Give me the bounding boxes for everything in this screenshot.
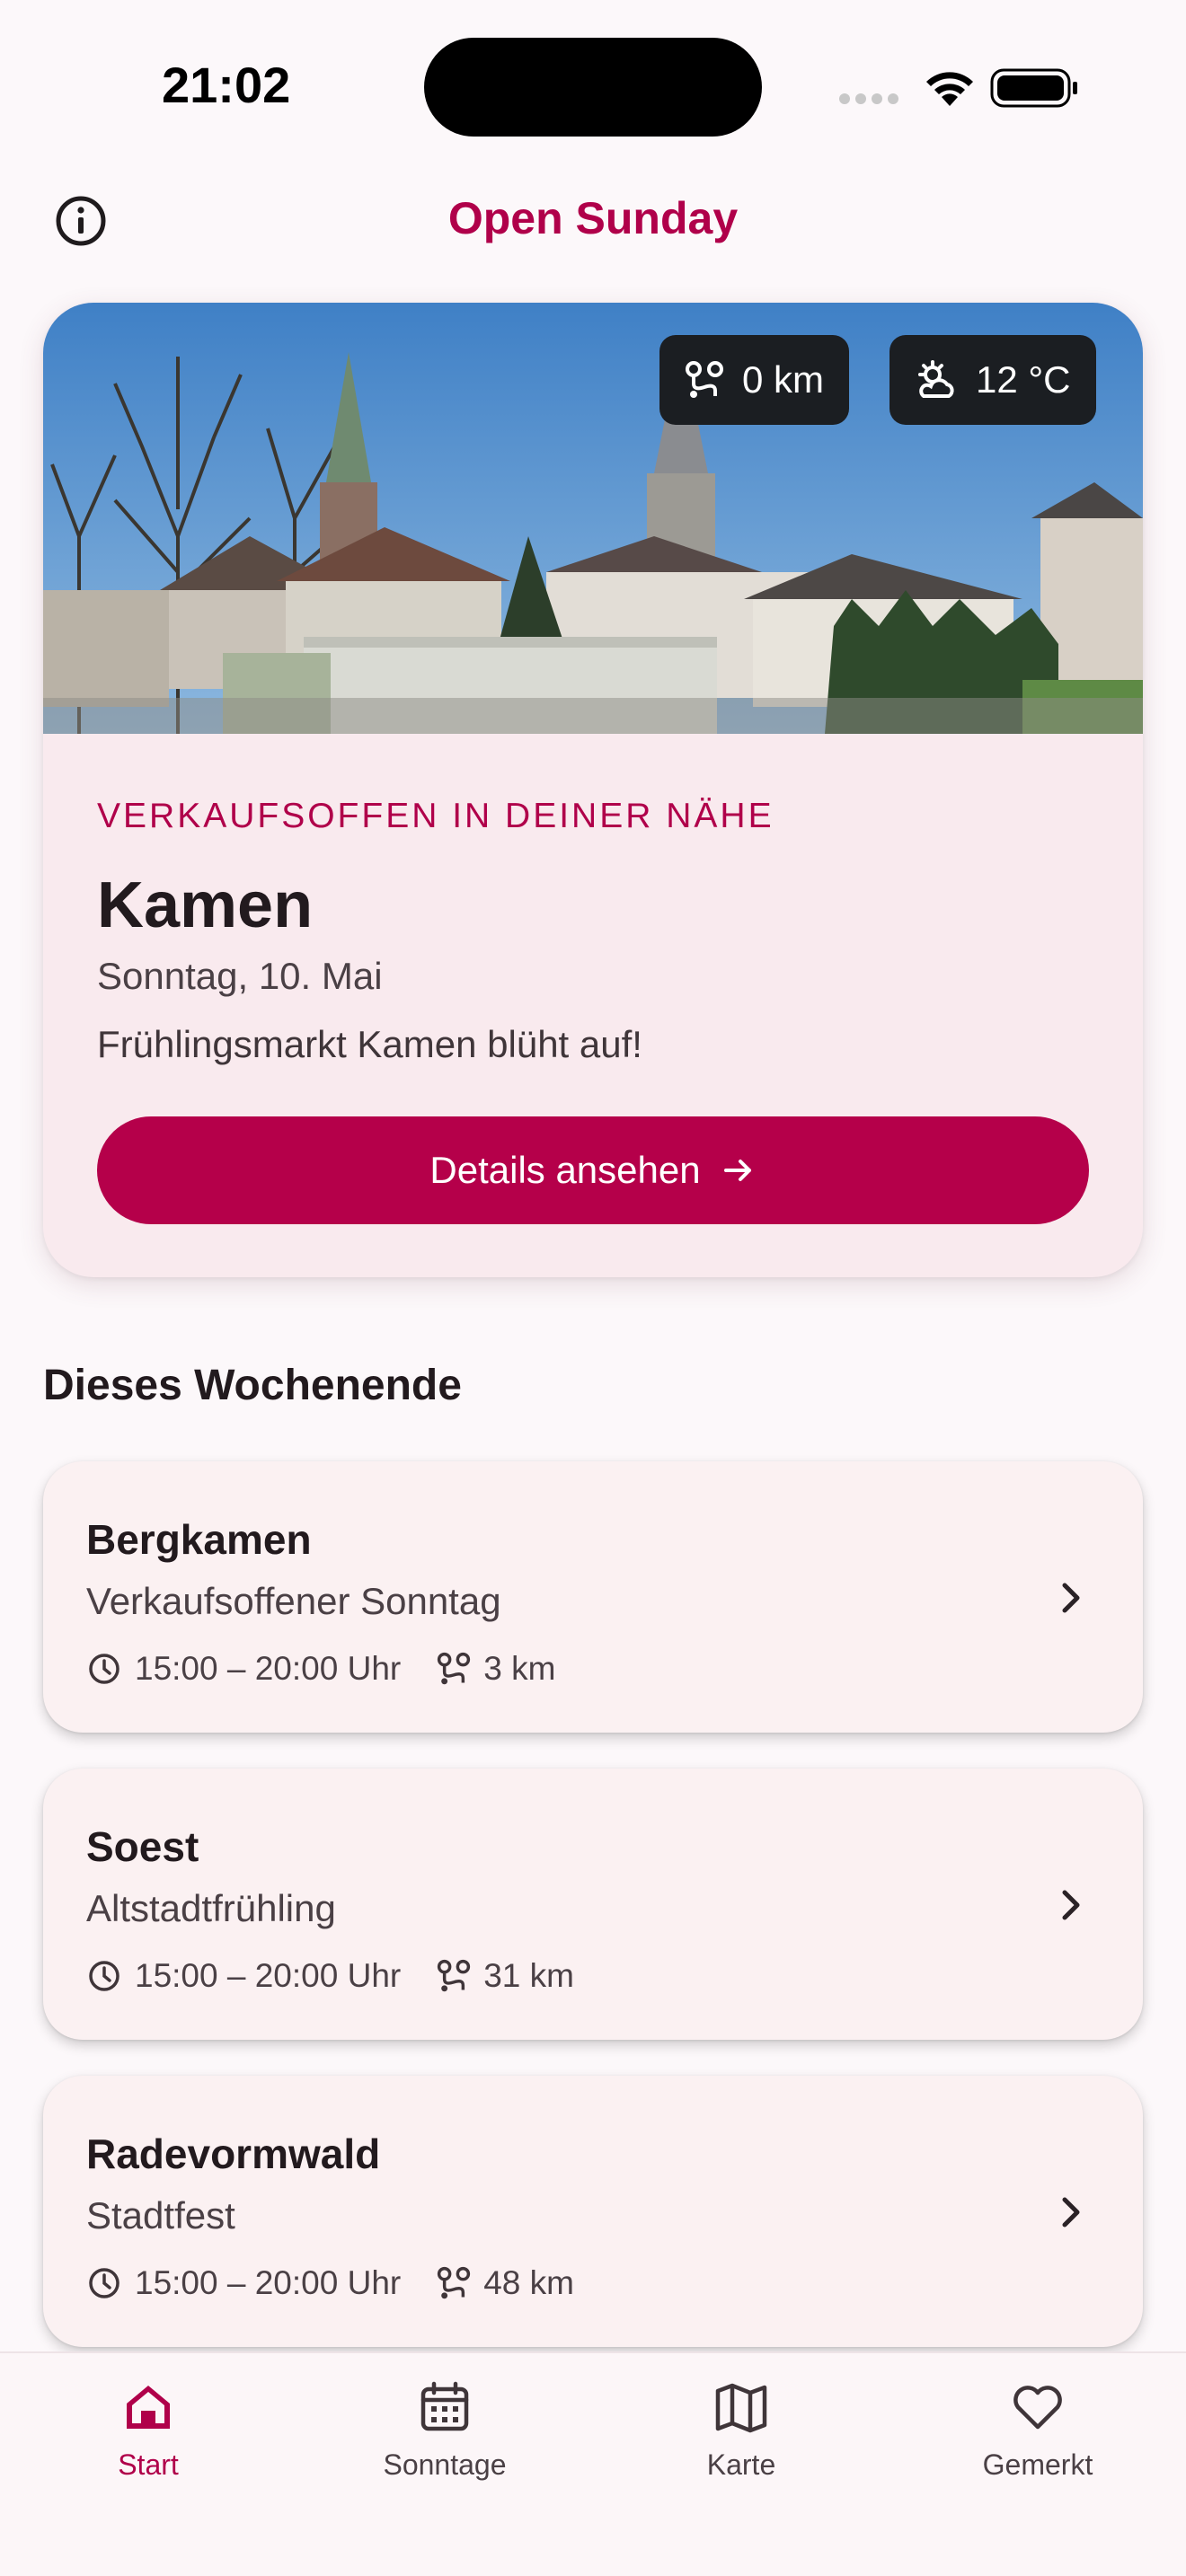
hero-description: Frühlingsmarkt Kamen blüht auf! [97,1023,642,1065]
nav-item-start[interactable]: Start [0,2353,296,2533]
nav-label: Karte [706,2448,776,2481]
weather-value: 12 °C [976,358,1071,401]
partly-cloudy-icon [918,360,954,398]
clock-icon [89,1654,119,1684]
event-meta: 15:00 – 20:00 Uhr 3 km [86,1650,555,1688]
clock-icon [89,1961,119,1991]
route-icon [686,361,723,398]
event-distance: 48 km [483,2264,574,2301]
event-name: Verkaufsoffener Sonntag [86,1580,501,1622]
event-name: Altstadtfrühling [86,1887,336,1929]
hero-eyebrow: VERKAUFSOFFEN IN DEINER NÄHE [97,797,774,835]
featured-event-card[interactable]: 0 km 12 °C VERKAUFSOFFEN IN DEINER NÄHE … [43,303,1143,1277]
bottom-navigation: Start Sonntage Karte Gemerkt [0,2351,1186,2576]
status-icons [839,63,1082,110]
route-icon [438,1959,471,1992]
top-app-bar: Open Sunday [0,171,1186,269]
battery-icon [990,68,1077,108]
hero-city: Kamen [97,869,314,941]
nav-label: Start [118,2448,179,2481]
event-city: Radevormwald [86,2130,381,2177]
map-icon [715,2383,767,2433]
distance-chip: 0 km [659,335,850,425]
status-time: 21:02 [162,57,291,113]
arrow-right-icon [723,1160,751,1181]
event-distance: 3 km [483,1650,556,1687]
heart-icon [1013,2386,1062,2430]
event-city: Bergkamen [86,1516,312,1563]
nav-label: Gemerkt [982,2448,1093,2481]
details-button[interactable]: Details ansehen [97,1116,1089,1224]
hero-photo: 0 km 12 °C [43,303,1143,734]
wifi-icon [926,72,973,106]
chevron-right-icon [1062,1890,1080,1920]
nav-label: Sonntage [383,2448,507,2481]
status-bar: 21:02 [0,0,1186,171]
event-time: 15:00 – 20:00 Uhr [135,1650,402,1687]
hero-date: Sonntag, 10. Mai [97,955,383,997]
nav-item-karte[interactable]: Karte [593,2353,890,2533]
app-title: Open Sunday [447,193,739,243]
event-city: Soest [86,1823,199,1870]
event-meta: 15:00 – 20:00 Uhr 48 km [86,2264,574,2302]
route-icon [438,2266,471,2299]
clock-icon [89,2268,119,2298]
event-card[interactable]: Soest Altstadtfrühling 15:00 – 20:00 Uhr… [43,1769,1143,2040]
calendar-icon [420,2381,469,2431]
event-time: 15:00 – 20:00 Uhr [135,2264,402,2301]
event-card[interactable]: Bergkamen Verkaufsoffener Sonntag 15:00 … [43,1461,1143,1733]
dynamic-island [424,38,762,137]
event-time: 15:00 – 20:00 Uhr [135,1957,402,1994]
details-button-label: Details ansehen [429,1149,701,1191]
route-icon [438,1652,471,1685]
nav-item-gemerkt[interactable]: Gemerkt [890,2353,1186,2533]
section-title: Dieses Wochenende [43,1362,462,1409]
event-distance: 31 km [483,1957,574,1994]
chevron-right-icon [1062,1583,1080,1613]
weather-chip: 12 °C [890,335,1096,425]
nav-item-sonntage[interactable]: Sonntage [296,2353,593,2533]
home-icon [127,2386,170,2429]
event-meta: 15:00 – 20:00 Uhr 31 km [86,1957,574,1995]
event-card[interactable]: Radevormwald Stadtfest 15:00 – 20:00 Uhr… [43,2076,1143,2347]
distance-value: 0 km [742,358,825,401]
chevron-right-icon [1062,2197,1080,2228]
event-name: Stadtfest [86,2194,235,2236]
